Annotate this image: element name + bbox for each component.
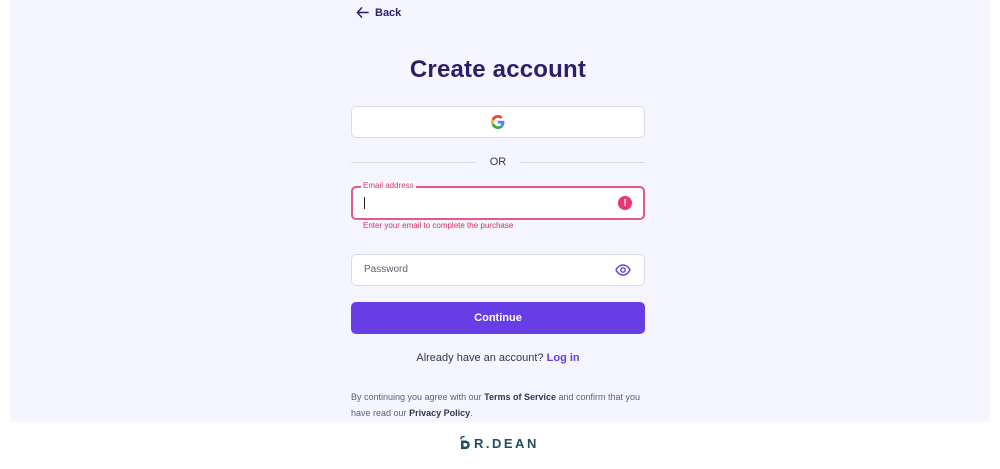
google-sign-in-button[interactable] bbox=[351, 106, 645, 138]
text-caret bbox=[364, 197, 365, 209]
divider-line bbox=[351, 161, 476, 163]
privacy-policy-link[interactable]: Privacy Policy bbox=[409, 408, 470, 418]
login-link[interactable]: Log in bbox=[547, 352, 580, 364]
password-placeholder: Password bbox=[364, 264, 408, 275]
back-label: Back bbox=[375, 6, 402, 19]
terms-of-service-link[interactable]: Terms of Service bbox=[484, 392, 556, 402]
terms-text: By continuing you agree with our Terms o… bbox=[351, 389, 651, 421]
email-field-label: Email address bbox=[361, 181, 416, 191]
continue-button[interactable]: Continue bbox=[351, 302, 645, 334]
email-field[interactable]: Email address ! bbox=[351, 181, 645, 220]
terms-suffix: . bbox=[470, 408, 473, 418]
or-divider: OR bbox=[351, 155, 645, 169]
logo-mark-icon bbox=[460, 435, 470, 450]
brand-logo: R.DEAN bbox=[458, 435, 539, 451]
page-title: Create account bbox=[409, 56, 587, 83]
arrow-left-icon bbox=[356, 7, 369, 18]
login-prompt: Already have an account? Log in bbox=[351, 352, 645, 364]
terms-prefix: By continuing you agree with our bbox=[351, 392, 482, 402]
back-link[interactable]: Back bbox=[356, 6, 401, 19]
email-error-message: Enter your email to complete the purchas… bbox=[363, 221, 514, 230]
divider-label: OR bbox=[489, 156, 507, 168]
logo-text: R.DEAN bbox=[474, 436, 539, 451]
error-icon: ! bbox=[618, 196, 632, 210]
divider-line bbox=[520, 161, 645, 163]
login-prompt-text: Already have an account? bbox=[416, 352, 544, 364]
eye-icon[interactable] bbox=[615, 264, 631, 276]
password-field[interactable]: Password bbox=[351, 254, 645, 286]
google-icon bbox=[491, 115, 505, 129]
